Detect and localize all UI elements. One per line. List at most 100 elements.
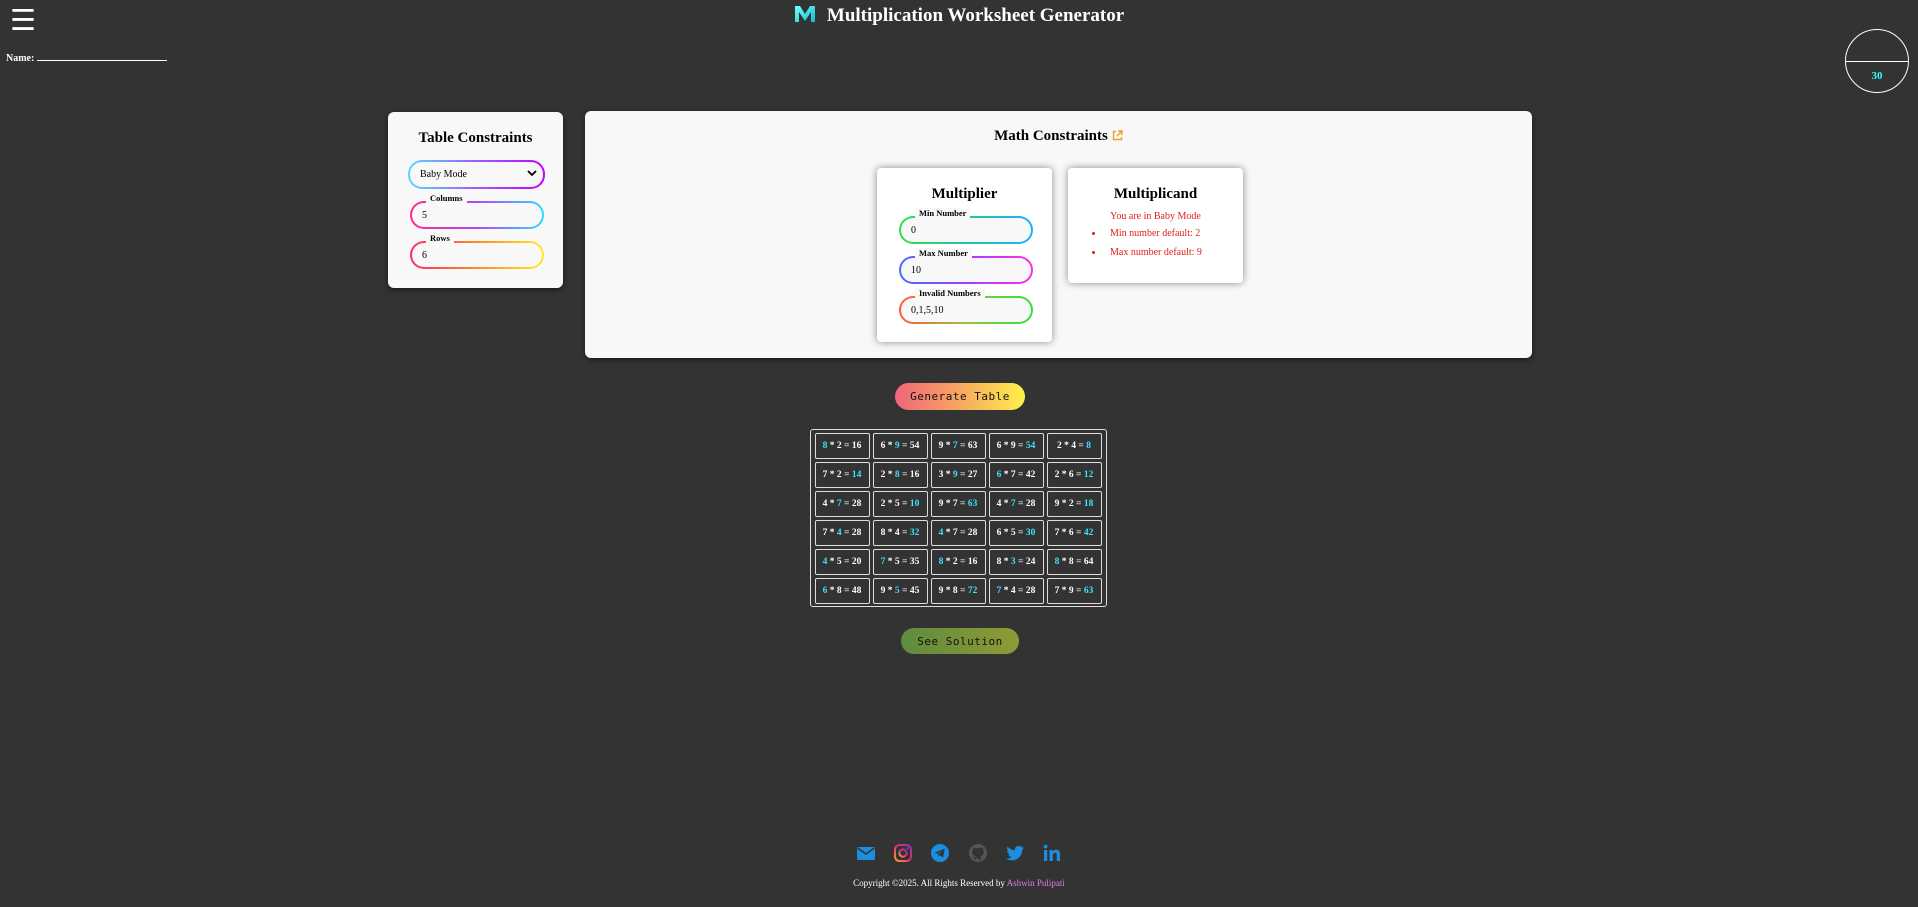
invalid-numbers-label: Invalid Numbers <box>915 288 985 298</box>
max-number-input[interactable]: 10 <box>911 265 921 276</box>
worksheet-cell: 4 * 7 = 28 <box>930 520 986 546</box>
github-icon[interactable] <box>968 843 988 863</box>
max-number-field[interactable]: Max Number 10 <box>899 248 1033 284</box>
worksheet-cell: 2 * 5 = 10 <box>872 491 928 517</box>
worksheet-cell: 8 * 3 = 24 <box>988 549 1044 575</box>
worksheet-cell: 4 * 5 = 20 <box>814 549 870 575</box>
author-link[interactable]: Ashwin Pulipati <box>1007 878 1065 888</box>
cell-product: 20 <box>851 557 862 567</box>
cell-operator: * <box>827 499 837 509</box>
cell-operator: * <box>827 470 837 480</box>
cell-product: 63 <box>967 499 978 509</box>
worksheet-row: 4 * 7 = 28 2 * 5 = 10 9 * 7 = 63 4 * 7 = 28… <box>813 490 1105 519</box>
mail-icon[interactable] <box>856 843 876 863</box>
cell-operator: * <box>943 470 953 480</box>
rows-field[interactable]: Rows 6 <box>410 233 544 269</box>
cell-product: 8 <box>1086 441 1091 451</box>
page-header: Multiplication Worksheet Generator <box>0 4 1918 28</box>
cell-operator: * <box>827 557 837 567</box>
timer-value: 30 <box>1871 70 1883 82</box>
max-default-item: Max number default: 9 <box>1104 247 1243 258</box>
cell-product: 28 <box>1025 499 1036 509</box>
columns-field[interactable]: Columns 5 <box>410 193 544 229</box>
cell-operator: * <box>885 557 895 567</box>
name-label: Name: <box>6 53 35 64</box>
cell-product: 24 <box>1025 557 1036 567</box>
cell-operator: * <box>1059 586 1069 596</box>
cell-product: 16 <box>851 441 862 451</box>
external-link-icon[interactable] <box>1112 129 1123 146</box>
worksheet-cell: 2 * 6 = 12 <box>1046 462 1102 488</box>
worksheet-cell: 8 * 2 = 16 <box>930 549 986 575</box>
cell-operator: * <box>885 499 895 509</box>
cell-operator: * <box>1001 557 1011 567</box>
cell-product: 16 <box>967 557 978 567</box>
worksheet-cell: 7 * 5 = 35 <box>872 549 928 575</box>
cell-product: 16 <box>909 470 920 480</box>
cell-operator: = <box>1015 557 1026 567</box>
worksheet-cell: 6 * 5 = 30 <box>988 520 1044 546</box>
cell-product: 35 <box>909 557 920 567</box>
worksheet-cell: 8 * 4 = 32 <box>872 520 928 546</box>
see-solution-button[interactable]: See Solution <box>901 628 1019 654</box>
cell-product: 42 <box>1025 470 1036 480</box>
cell-product: 54 <box>1025 441 1036 451</box>
worksheet-cell: 7 * 6 = 42 <box>1046 520 1102 546</box>
cell-operator: = <box>957 470 968 480</box>
math-constraints-title: Math Constraints <box>585 128 1532 146</box>
worksheet-cell: 3 * 9 = 27 <box>930 462 986 488</box>
cell-operator: = <box>957 586 968 596</box>
mode-select[interactable]: Baby Mode <box>408 160 545 189</box>
cell-operator: = <box>899 586 910 596</box>
instagram-icon[interactable] <box>893 843 913 863</box>
cell-operator: * <box>943 499 953 509</box>
cell-product: 63 <box>1083 586 1094 596</box>
invalid-numbers-field[interactable]: Invalid Numbers 0,1,5,10 <box>899 288 1033 324</box>
cell-product: 54 <box>909 441 920 451</box>
worksheet-cell: 7 * 4 = 28 <box>988 578 1044 604</box>
cell-product: 28 <box>851 499 862 509</box>
cell-operator: = <box>1073 499 1084 509</box>
cell-operator: = <box>1015 470 1026 480</box>
worksheet-cell: 7 * 4 = 28 <box>814 520 870 546</box>
cell-operator: * <box>1059 470 1069 480</box>
cell-operator: = <box>841 470 852 480</box>
table-constraints-title: Table Constraints <box>418 130 533 146</box>
min-number-label: Min Number <box>915 208 971 218</box>
chevron-down-icon <box>527 169 537 180</box>
math-constraints-card: Math Constraints Multiplier Min Number 0… <box>585 111 1532 358</box>
rows-input[interactable]: 6 <box>422 250 427 261</box>
cell-product: 27 <box>967 470 978 480</box>
generate-table-button[interactable]: Generate Table <box>895 383 1025 410</box>
timer[interactable]: 30 <box>1845 29 1909 93</box>
cell-product: 28 <box>851 528 862 538</box>
math-constraints-title-text: Math Constraints <box>994 128 1108 144</box>
cell-product: 14 <box>851 470 862 480</box>
cell-product: 28 <box>967 528 978 538</box>
cell-product: 10 <box>909 499 920 509</box>
cell-product: 30 <box>1025 528 1036 538</box>
worksheet-cell: 7 * 9 = 63 <box>1046 578 1102 604</box>
min-number-input[interactable]: 0 <box>911 225 916 236</box>
cell-operator: * <box>943 586 953 596</box>
table-constraints-card: Table Constraints Baby Mode Columns 5 Ro… <box>388 112 563 288</box>
rows-label: Rows <box>426 233 454 243</box>
worksheet-cell: 6 * 8 = 48 <box>814 578 870 604</box>
worksheet-row: 4 * 5 = 20 7 * 5 = 35 8 * 2 = 16 8 * 3 = 24… <box>813 548 1105 577</box>
cell-operator: * <box>885 586 895 596</box>
worksheet-cell: 9 * 7 = 63 <box>930 491 986 517</box>
cell-operator: = <box>1073 586 1084 596</box>
worksheet-cell: 4 * 7 = 28 <box>988 491 1044 517</box>
cell-operator: = <box>1015 499 1026 509</box>
twitter-icon[interactable] <box>1005 843 1025 863</box>
invalid-numbers-input[interactable]: 0,1,5,10 <box>911 305 944 316</box>
telegram-icon[interactable] <box>930 843 950 863</box>
linkedin-icon[interactable] <box>1042 843 1062 863</box>
worksheet-table: 8 * 2 = 16 6 * 9 = 54 9 * 7 = 63 6 * 9 = 54… <box>810 429 1107 607</box>
worksheet-cell: 9 * 2 = 18 <box>1046 491 1102 517</box>
multiplicand-card: Multiplicand You are in Baby Mode Min nu… <box>1068 168 1243 283</box>
worksheet-cell: 6 * 7 = 42 <box>988 462 1044 488</box>
cell-product: 45 <box>909 586 920 596</box>
columns-input[interactable]: 5 <box>422 210 427 221</box>
min-number-field[interactable]: Min Number 0 <box>899 208 1033 244</box>
